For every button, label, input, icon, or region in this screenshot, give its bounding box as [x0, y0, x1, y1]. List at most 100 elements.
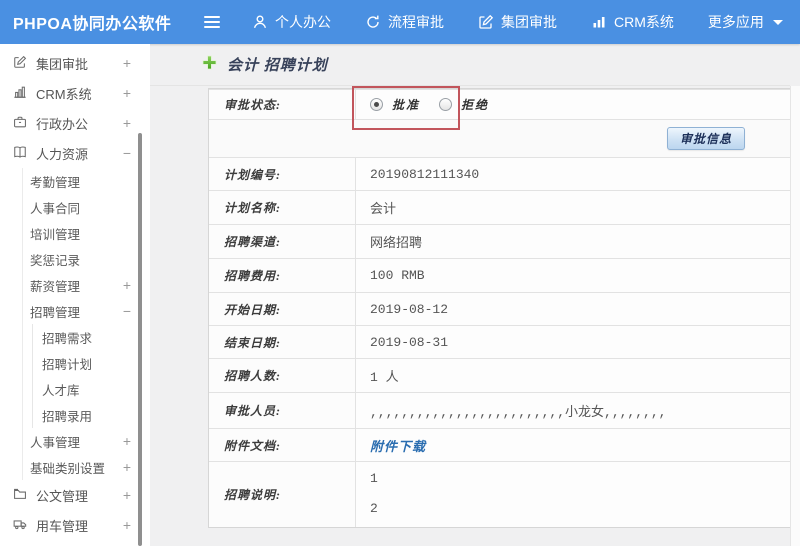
- expand-icon[interactable]: +: [123, 55, 131, 71]
- sidebar-label: 招聘需求: [42, 331, 93, 346]
- detail-table: 审批状态: 批准 拒绝 审批信息 计划编号: 20190812111340 计划…: [208, 86, 791, 528]
- cycle-icon: [365, 14, 381, 30]
- menu-toggle-icon[interactable]: [204, 16, 220, 28]
- sidebar-item-attendance[interactable]: 考勤管理: [23, 168, 150, 194]
- field-value: 20190812111340: [370, 166, 480, 182]
- nav-label: CRM系统: [614, 14, 674, 30]
- top-nav: 个人办公 流程审批 集团审批 CRM系统 更多应用: [252, 12, 783, 32]
- caret-down-icon: [772, 19, 783, 25]
- field-value: 100 RMB: [370, 268, 425, 283]
- sidebar-label: CRM系统: [36, 86, 92, 102]
- collapse-icon[interactable]: −: [123, 303, 131, 319]
- sidebar-item-documents[interactable]: 公文管理 +: [0, 480, 150, 510]
- radio-approve[interactable]: [370, 98, 383, 111]
- sidebar-label: 用车管理: [36, 518, 89, 534]
- sidebar-label: 招聘计划: [42, 357, 93, 372]
- row-end-date: 结束日期: 2019-08-31: [209, 325, 790, 358]
- sidebar-label: 公文管理: [36, 488, 89, 504]
- attachment-download-link[interactable]: 附件下载: [370, 436, 426, 455]
- edit-icon: [13, 55, 27, 72]
- collapse-icon[interactable]: −: [123, 145, 131, 161]
- field-label: 招聘渠道:: [209, 225, 356, 258]
- sidebar-item-crm[interactable]: CRM系统 +: [0, 78, 150, 108]
- breadcrumb: 会计 招聘计划: [150, 44, 790, 86]
- sidebar-label: 集团审批: [36, 56, 89, 72]
- add-icon: [202, 55, 217, 75]
- sidebar-item-salary[interactable]: 薪资管理 +: [23, 272, 150, 298]
- briefcase-icon: [13, 115, 27, 132]
- row-approve-button: 审批信息: [209, 119, 790, 157]
- nav-label: 流程审批: [388, 14, 444, 30]
- folder-icon: [13, 487, 27, 504]
- description-line: 1: [370, 471, 378, 486]
- sidebar-item-recruit-demand[interactable]: 招聘需求: [33, 324, 150, 350]
- sidebar-item-admin-office[interactable]: 行政办公 +: [0, 108, 150, 138]
- field-label: 附件文档:: [209, 429, 356, 461]
- expand-icon[interactable]: +: [123, 433, 131, 449]
- sidebar-label: 奖惩记录: [30, 253, 81, 268]
- expand-icon[interactable]: +: [123, 517, 131, 533]
- approve-info-button[interactable]: 审批信息: [666, 127, 745, 150]
- detail-panel: 审批状态: 批准 拒绝 审批信息 计划编号: 20190812111340 计划…: [208, 86, 791, 528]
- nav-label: 集团审批: [501, 14, 557, 30]
- sidebar-item-vehicle[interactable]: 用车管理 +: [0, 510, 150, 540]
- nav-workflow-approval[interactable]: 流程审批: [365, 12, 444, 32]
- nav-more-apps[interactable]: 更多应用: [708, 12, 783, 32]
- radio-reject[interactable]: [439, 98, 453, 111]
- page-scrollbar-track[interactable]: [790, 86, 800, 546]
- field-label: 招聘费用:: [209, 259, 356, 292]
- chart-icon: [591, 14, 607, 30]
- sidebar-item-recruit-plan[interactable]: 招聘计划: [33, 350, 150, 376]
- approval-radio-group: 批准 拒绝: [370, 96, 499, 113]
- sidebar-label: 基础类别设置: [30, 461, 106, 476]
- field-label: 招聘说明:: [209, 462, 356, 527]
- field-label: 开始日期:: [209, 293, 356, 325]
- sidebar-label: 薪资管理: [30, 279, 81, 294]
- nav-crm-system[interactable]: CRM系统: [591, 12, 674, 32]
- expand-icon[interactable]: +: [123, 85, 131, 101]
- field-label: 审批人员:: [209, 393, 356, 428]
- main-content: 会计 招聘计划 审批状态: 批准 拒绝 审批信息 计划编号: 201908121…: [150, 44, 791, 546]
- sidebar-item-talent-pool[interactable]: 人才库: [33, 376, 150, 402]
- sidebar-item-training[interactable]: 培训管理: [23, 220, 150, 246]
- sidebar-item-recruit-hire[interactable]: 招聘录用: [33, 402, 150, 428]
- sidebar-scrollbar-thumb[interactable]: [138, 133, 142, 546]
- book-icon: [13, 145, 27, 162]
- row-plan-number: 计划编号: 20190812111340: [209, 157, 790, 190]
- field-label: 计划名称:: [209, 191, 356, 224]
- sidebar-label: 人事管理: [30, 435, 81, 450]
- sidebar-item-personnel[interactable]: 人事管理 +: [23, 428, 150, 454]
- row-attachment: 附件文档: 附件下载: [209, 428, 790, 461]
- field-label: 结束日期:: [209, 326, 356, 358]
- sidebar-item-recruit-mgmt[interactable]: 招聘管理 −: [23, 298, 150, 324]
- sidebar-item-hr-contract[interactable]: 人事合同: [23, 194, 150, 220]
- nav-personal-office[interactable]: 个人办公: [252, 12, 331, 32]
- sidebar-label: 招聘录用: [42, 409, 93, 424]
- nav-group-approval[interactable]: 集团审批: [478, 12, 557, 32]
- field-value: 网络招聘: [370, 236, 423, 251]
- sidebar-item-rewards[interactable]: 奖惩记录: [23, 246, 150, 272]
- row-recruit-description: 招聘说明: 1 2: [209, 461, 790, 527]
- sidebar-label: 招聘管理: [30, 305, 81, 320]
- sidebar-label: 人才库: [42, 383, 80, 398]
- field-value: 1 人: [370, 370, 399, 385]
- sidebar-item-base-category[interactable]: 基础类别设置 +: [23, 454, 150, 480]
- sidebar-label: 人事合同: [30, 201, 81, 216]
- sidebar-item-hr[interactable]: 人力资源 −: [0, 138, 150, 168]
- radio-approve-label: 批准: [392, 98, 421, 112]
- sidebar-label: 人力资源: [36, 146, 89, 162]
- chart-icon: [13, 85, 27, 102]
- nav-label: 个人办公: [275, 14, 331, 30]
- row-start-date: 开始日期: 2019-08-12: [209, 292, 790, 325]
- row-approvers: 审批人员: ,,,,,,,,,,,,,,,,,,,,,,,,,小龙女,,,,,,…: [209, 392, 790, 428]
- sidebar-item-group-approval[interactable]: 集团审批 +: [0, 48, 150, 78]
- radio-reject-label: 拒绝: [461, 98, 490, 112]
- expand-icon[interactable]: +: [123, 277, 131, 293]
- nav-label: 更多应用: [707, 14, 764, 30]
- expand-icon[interactable]: +: [123, 115, 131, 131]
- field-value: 2019-08-12: [370, 301, 449, 317]
- expand-icon[interactable]: +: [123, 487, 131, 503]
- expand-icon[interactable]: +: [123, 459, 131, 475]
- field-label: 招聘人数:: [209, 359, 356, 392]
- top-bar: PHPOA协同办公软件 个人办公 流程审批 集团审批 CRM系统 更多应用: [0, 0, 800, 44]
